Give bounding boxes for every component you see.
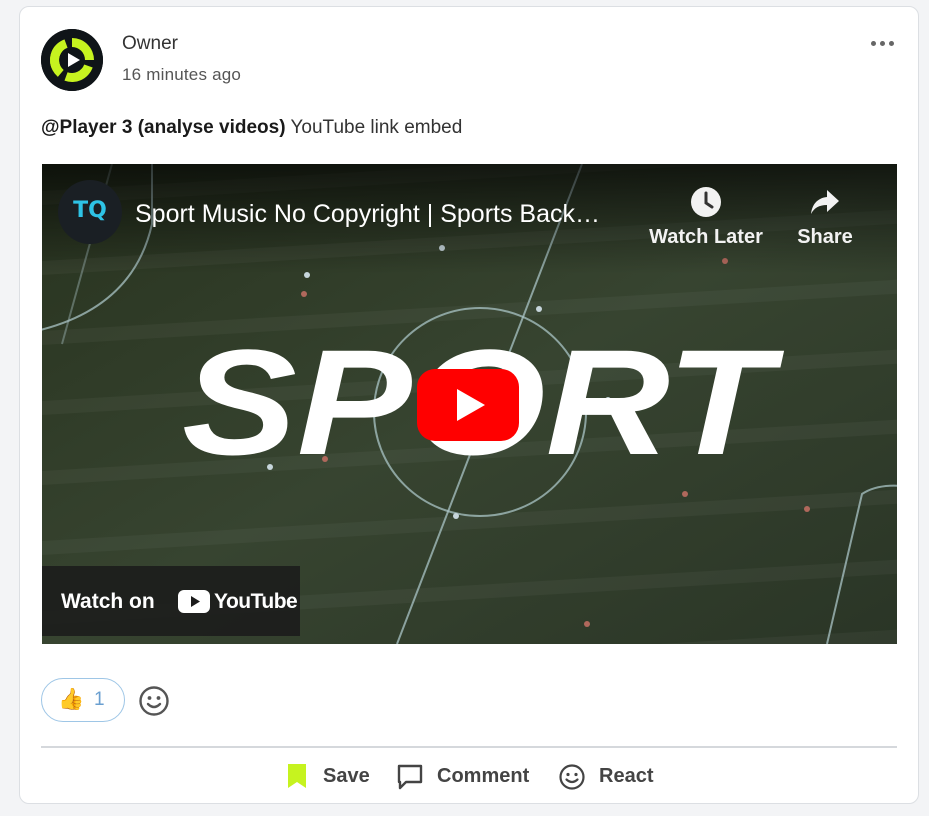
- divider: [41, 746, 897, 748]
- brand-logo-icon: [41, 29, 103, 91]
- youtube-wordmark: YouTube: [214, 590, 298, 613]
- add-reaction-button[interactable]: [138, 685, 170, 722]
- react-label: React: [599, 765, 654, 787]
- comment-label: Comment: [437, 765, 530, 787]
- post-timestamp: 16 minutes ago: [122, 65, 242, 84]
- youtube-embed[interactable]: TQ Sport Music No Copyright | Sports Bac…: [42, 164, 897, 644]
- post-card: Owner 16 minutes ago @Player 3 (analyse …: [19, 6, 919, 804]
- bookmark-icon: [288, 764, 306, 788]
- smiley-icon: [139, 686, 169, 716]
- more-options-button[interactable]: [870, 33, 898, 53]
- react-button[interactable]: React: [558, 762, 658, 792]
- watch-on-label: Watch on: [61, 590, 155, 613]
- play-button[interactable]: [417, 369, 519, 441]
- save-button[interactable]: Save: [286, 762, 376, 792]
- like-reaction-pill[interactable]: 👍 1: [41, 678, 125, 722]
- youtube-logo-icon: [178, 590, 210, 613]
- more-horizontal-icon: [871, 41, 876, 46]
- smiley-icon: [559, 764, 585, 790]
- author-name[interactable]: Owner: [122, 33, 178, 55]
- post-body: @Player 3 (analyse videos) YouTube link …: [41, 117, 462, 139]
- reaction-count: 1: [94, 689, 105, 710]
- play-icon: [417, 369, 519, 441]
- more-horizontal-icon: [880, 41, 885, 46]
- thumbs-up-icon: 👍: [58, 688, 85, 711]
- comment-icon: [397, 764, 423, 790]
- watch-on-youtube-button[interactable]: Watch on YouTube: [42, 566, 300, 636]
- post-text: YouTube link embed: [285, 117, 463, 138]
- avatar[interactable]: [41, 29, 103, 91]
- user-mention[interactable]: @Player 3 (analyse videos): [41, 117, 286, 138]
- comment-button[interactable]: Comment: [396, 762, 536, 792]
- more-horizontal-icon: [889, 41, 894, 46]
- save-label: Save: [323, 765, 370, 787]
